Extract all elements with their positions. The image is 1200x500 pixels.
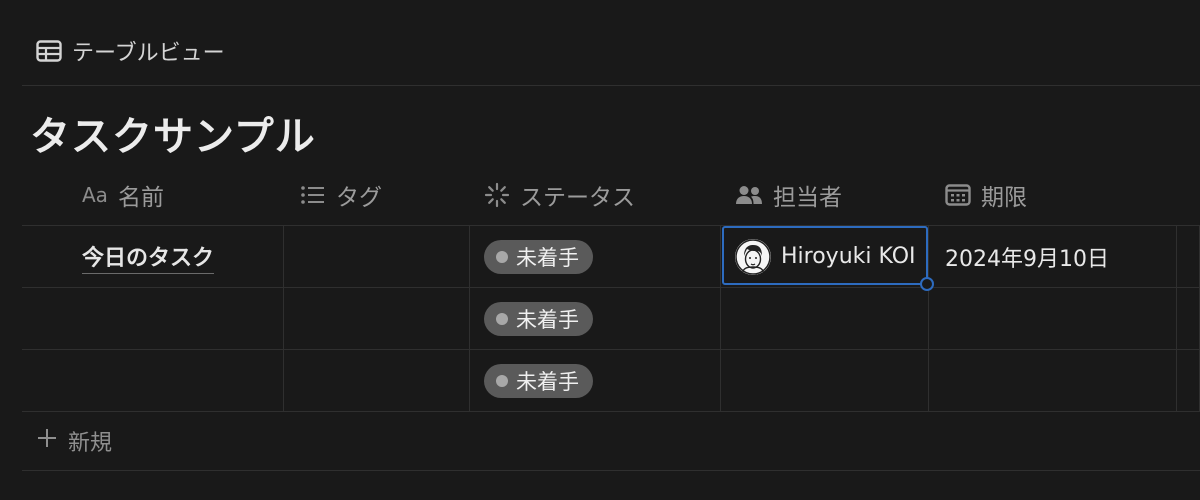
row-spacer: [1177, 226, 1200, 287]
database-table: Aa 名前 タグ ステータス 担当者 期限 今日のタスク 未着手 Hiroyuk…: [22, 165, 1200, 471]
column-header-label: 名前: [117, 185, 164, 211]
task-title[interactable]: 今日のタスク: [82, 240, 215, 274]
column-header-assignee[interactable]: 担当者: [721, 165, 929, 225]
tag-cell[interactable]: [284, 288, 470, 349]
add-property-button[interactable]: [1177, 165, 1200, 225]
assignee-cell[interactable]: [721, 288, 929, 349]
status-dot-icon: [496, 312, 508, 325]
status-dot-icon: [496, 250, 508, 263]
due-cell[interactable]: [929, 288, 1177, 349]
calendar-icon: [945, 184, 971, 206]
new-row-button[interactable]: 新規: [22, 412, 1200, 471]
table-row[interactable]: 未着手: [22, 288, 1200, 350]
database-title[interactable]: タスクサンプル: [30, 104, 316, 162]
due-cell[interactable]: 2024年9月10日: [929, 226, 1177, 287]
list-icon: [300, 185, 326, 205]
column-header-due[interactable]: 期限: [929, 165, 1177, 225]
row-spacer: [1177, 350, 1200, 411]
tag-cell[interactable]: [284, 226, 470, 287]
table-row[interactable]: 今日のタスク 未着手 Hiroyuki KOI 2024年9月10日: [22, 226, 1200, 288]
divider: [22, 85, 1200, 86]
table-header-row: Aa 名前 タグ ステータス 担当者 期限: [22, 165, 1200, 226]
status-cell[interactable]: 未着手: [470, 226, 721, 287]
status-label: 未着手: [516, 369, 579, 394]
view-tab-table[interactable]: テーブルビュー: [36, 36, 225, 66]
plus-icon: [36, 427, 58, 455]
status-spinner-icon: [484, 182, 510, 208]
text-property-icon: Aa: [82, 183, 108, 207]
column-header-tag[interactable]: タグ: [284, 165, 470, 225]
column-header-name[interactable]: Aa 名前: [22, 165, 284, 225]
column-header-label: ステータス: [520, 185, 635, 211]
assignee-cell[interactable]: [721, 350, 929, 411]
status-cell[interactable]: 未着手: [470, 350, 721, 411]
tag-cell[interactable]: [284, 350, 470, 411]
status-dot-icon: [496, 374, 508, 387]
table-row[interactable]: 未着手: [22, 350, 1200, 412]
column-header-label: 期限: [981, 185, 1027, 211]
status-badge: 未着手: [484, 301, 593, 336]
people-icon: [735, 185, 763, 205]
column-header-status[interactable]: ステータス: [470, 165, 721, 225]
name-cell[interactable]: [22, 350, 284, 411]
status-badge: 未着手: [484, 239, 593, 274]
row-spacer: [1177, 288, 1200, 349]
column-header-label: タグ: [336, 185, 382, 211]
new-row-label: 新規: [68, 431, 113, 456]
status-badge: 未着手: [484, 363, 593, 398]
column-header-label: 担当者: [773, 185, 842, 211]
status-label: 未着手: [516, 307, 579, 332]
selected-cell-outline[interactable]: [722, 226, 934, 291]
table-icon: [36, 40, 62, 62]
status-cell[interactable]: 未着手: [470, 288, 721, 349]
name-cell[interactable]: 今日のタスク: [22, 226, 284, 287]
view-tab-label: テーブルビュー: [72, 41, 225, 66]
due-cell[interactable]: [929, 350, 1177, 411]
name-cell[interactable]: [22, 288, 284, 349]
cell-resize-handle[interactable]: [920, 277, 934, 291]
status-label: 未着手: [516, 245, 579, 270]
database-page: テーブルビュー タスクサンプル Aa 名前 タグ ステータス 担当者 期限 今日…: [0, 0, 1200, 500]
due-date: 2024年9月10日: [945, 246, 1109, 272]
